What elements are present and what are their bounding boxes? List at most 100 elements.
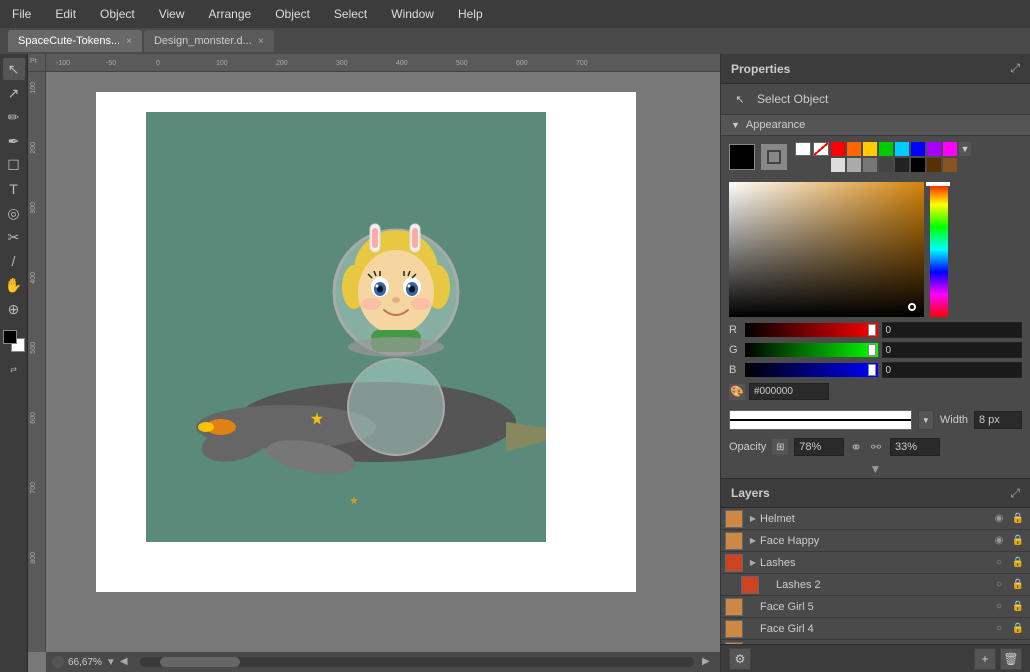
tool-hand[interactable]: ✋ <box>3 274 25 296</box>
hue-strip[interactable] <box>930 182 948 317</box>
tab-spacecute-close[interactable]: × <box>126 36 132 47</box>
appearance-section-header[interactable]: ▼ Appearance <box>721 114 1030 136</box>
palette-more-btn[interactable]: ▼ <box>959 142 971 156</box>
layer-visibility-lashes[interactable]: ○ <box>991 555 1007 571</box>
rgb-g-slider[interactable] <box>745 343 878 357</box>
tab-design-monster-close[interactable]: × <box>258 36 264 47</box>
layer-visibility-helmet[interactable]: ◉ <box>991 511 1007 527</box>
menu-edit[interactable]: Edit <box>51 5 80 23</box>
properties-expand-btn[interactable]: ⤢ <box>1010 61 1020 76</box>
tab-design-monster[interactable]: Design_monster.d... × <box>144 30 274 52</box>
scroll-thumb[interactable] <box>160 657 240 667</box>
palette-yellow[interactable] <box>863 142 877 156</box>
rgb-g-input[interactable] <box>882 342 1023 358</box>
swap-colors-btn[interactable]: ⇄ <box>5 360 23 378</box>
menu-window[interactable]: Window <box>387 5 438 23</box>
palette-red[interactable] <box>831 142 845 156</box>
tool-direct-select[interactable]: ↗ <box>3 82 25 104</box>
rgb-b-slider[interactable] <box>745 363 878 377</box>
color-gradient-picker[interactable] <box>729 182 924 317</box>
palette-lightgray[interactable] <box>831 158 845 172</box>
layer-expand-lashes[interactable]: ▶ <box>746 556 760 570</box>
layer-lock-lashes2[interactable]: 🔒 <box>1010 577 1026 593</box>
tool-scissors[interactable]: ✂ <box>3 226 25 248</box>
palette-cyan[interactable] <box>895 142 909 156</box>
hue-strip-container[interactable] <box>928 182 948 317</box>
rgb-r-input[interactable] <box>882 322 1023 338</box>
menu-object[interactable]: Object <box>96 5 139 23</box>
palette-gray[interactable] <box>847 158 861 172</box>
layer-row-helmet[interactable]: ▶ Helmet ◉ 🔒 <box>721 508 1030 530</box>
select-tool-icon[interactable]: ↖ <box>731 90 749 108</box>
stroke-dropdown-btn[interactable]: ▼ <box>918 410 934 430</box>
stroke-swatch-toolbar[interactable] <box>3 330 17 344</box>
white-swatch[interactable] <box>795 142 811 156</box>
layer-settings-btn[interactable]: ⚙ <box>729 648 751 670</box>
tool-text[interactable]: T <box>3 178 25 200</box>
tool-pencil[interactable]: ✒ <box>3 130 25 152</box>
layer-lock-facegirl4[interactable]: 🔒 <box>1010 621 1026 637</box>
stroke-preview[interactable] <box>729 410 912 430</box>
section-collapse-btn[interactable]: ▼ <box>870 462 882 476</box>
menu-help[interactable]: Help <box>454 5 487 23</box>
layer-visibility-facegirl5[interactable]: ○ <box>991 599 1007 615</box>
layer-expand-helmet[interactable]: ▶ <box>746 512 760 526</box>
palette-purple[interactable] <box>927 142 941 156</box>
color-gradient-container[interactable] <box>729 182 1022 317</box>
opacity-link-btn[interactable]: ⚯ <box>868 439 884 455</box>
palette-black[interactable] <box>911 158 925 172</box>
menu-select[interactable]: Select <box>330 5 371 23</box>
palette-green[interactable] <box>879 142 893 156</box>
color-picker-eyedropper[interactable]: 🎨 <box>729 384 745 400</box>
layer-row-facegirl4[interactable]: Face Girl 4 ○ 🔒 <box>721 618 1030 640</box>
rgb-b-input[interactable] <box>882 362 1023 378</box>
canvas-viewport[interactable] <box>46 72 720 652</box>
tool-rotate[interactable]: ◎ <box>3 202 25 224</box>
layer-visibility-facegirl4[interactable]: ○ <box>991 621 1007 637</box>
horizontal-scrollbar[interactable] <box>140 657 694 667</box>
fill-swatch[interactable] <box>729 144 755 170</box>
tool-pen[interactable]: ✏ <box>3 106 25 128</box>
layer-row-facehappy[interactable]: ▶ Face Happy ◉ 🔒 <box>721 530 1030 552</box>
layer-lock-lashes[interactable]: 🔒 <box>1010 555 1026 571</box>
layer-lock-facegirl5[interactable]: 🔒 <box>1010 599 1026 615</box>
scroll-right-btn[interactable]: ▶ <box>702 656 714 668</box>
menu-arrange[interactable]: Arrange <box>205 5 256 23</box>
palette-brown2[interactable] <box>943 158 957 172</box>
hex-input[interactable] <box>749 383 829 400</box>
layers-expand-btn[interactable]: ⤢ <box>1010 486 1020 501</box>
menu-object2[interactable]: Object <box>271 5 314 23</box>
zoom-indicator-dot[interactable] <box>52 656 64 668</box>
palette-magenta[interactable] <box>943 142 957 156</box>
opacity-input1[interactable] <box>794 438 844 456</box>
layer-lock-helmet[interactable]: 🔒 <box>1010 511 1026 527</box>
zoom-display[interactable]: 66,67% <box>68 657 102 668</box>
opacity-input2[interactable] <box>890 438 940 456</box>
stroke-width-input[interactable] <box>974 411 1022 429</box>
layer-expand-facehappy[interactable]: ▶ <box>746 534 760 548</box>
palette-orange[interactable] <box>847 142 861 156</box>
layer-add-btn[interactable]: + <box>974 648 996 670</box>
tool-rectangle[interactable]: ☐ <box>3 154 25 176</box>
palette-midgray[interactable] <box>863 158 877 172</box>
layer-delete-btn[interactable]: 🗑 <box>1000 648 1022 670</box>
tool-zoom[interactable]: ⊕ <box>3 298 25 320</box>
tab-spacecute[interactable]: SpaceCute-Tokens... × <box>8 30 142 52</box>
menu-view[interactable]: View <box>155 5 189 23</box>
scroll-left-btn[interactable]: ◀ <box>120 656 132 668</box>
palette-brown[interactable] <box>927 158 941 172</box>
tool-select-arrow[interactable]: ↖ <box>3 58 25 80</box>
palette-blue[interactable] <box>911 142 925 156</box>
canvas-area[interactable]: Pt -100 -50 0 100 200 300 400 500 600 70… <box>28 54 720 672</box>
tool-line[interactable]: / <box>3 250 25 272</box>
zoom-dropdown-btn[interactable]: ▼ <box>106 657 116 668</box>
layer-row-lashes2[interactable]: Lashes 2 ○ 🔒 <box>721 574 1030 596</box>
rgb-r-slider[interactable] <box>745 323 878 337</box>
layer-row-facegirl5[interactable]: Face Girl 5 ○ 🔒 <box>721 596 1030 618</box>
layers-list[interactable]: ▶ Helmet ◉ 🔒 ▶ Face Happy ◉ 🔒 <box>721 508 1030 644</box>
palette-darkgray[interactable] <box>879 158 893 172</box>
palette-verydark[interactable] <box>895 158 909 172</box>
none-swatch[interactable] <box>813 142 829 156</box>
opacity-icon[interactable]: ⊞ <box>772 439 788 455</box>
layer-visibility-facehappy[interactable]: ◉ <box>991 533 1007 549</box>
